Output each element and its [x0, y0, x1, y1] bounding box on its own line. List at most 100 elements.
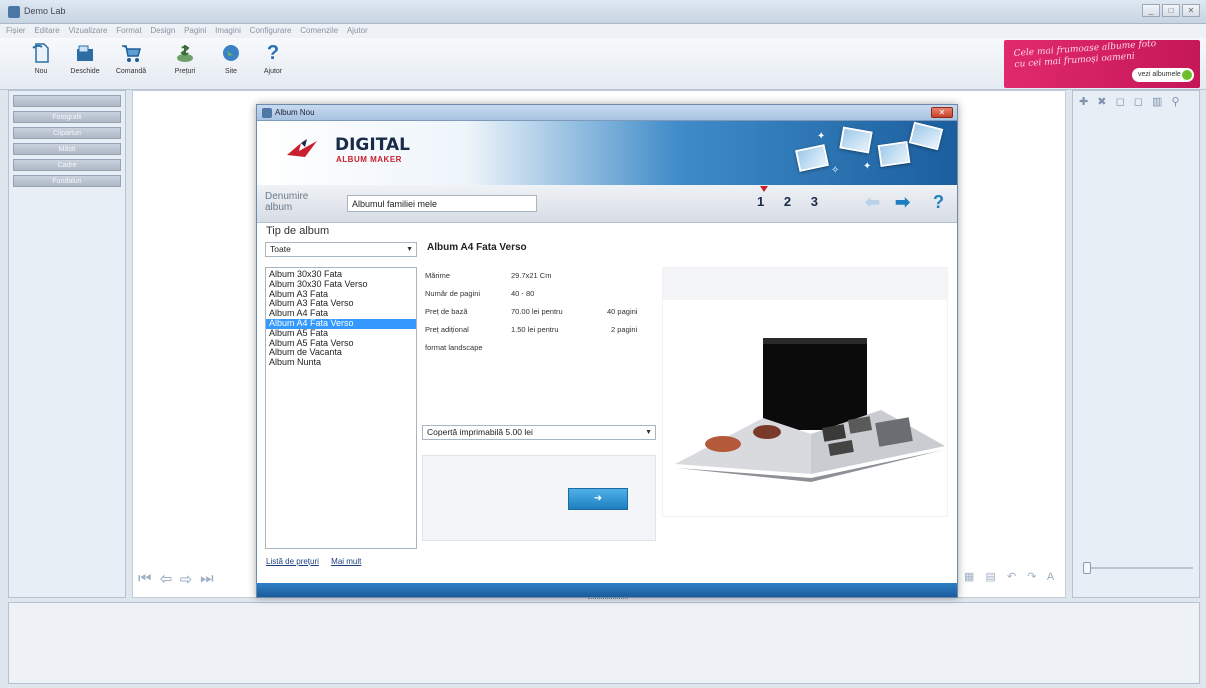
minimize-button[interactable]: _: [1142, 4, 1160, 17]
maximize-button[interactable]: □: [1162, 4, 1180, 17]
slider-handle[interactable]: [1083, 562, 1091, 574]
menu-pages[interactable]: Pagini: [184, 26, 206, 35]
dropdown-arrow-icon: ▼: [406, 246, 413, 253]
album-type-label: Tip de album: [266, 225, 330, 237]
promo-banner[interactable]: Cele mai frumoase albume foto cu cei mai…: [1004, 40, 1200, 88]
menu-edit[interactable]: Editare: [34, 26, 59, 35]
last-page-icon[interactable]: ⏭: [200, 570, 216, 587]
next-page-icon[interactable]: ⇨: [180, 570, 194, 587]
undo-icon[interactable]: ↶: [1007, 571, 1020, 583]
grid-icon[interactable]: ▦: [964, 571, 978, 583]
layout-icon[interactable]: ▤: [985, 571, 999, 583]
dialog-title: Album Nou: [275, 108, 315, 117]
menu-design[interactable]: Design: [150, 26, 175, 35]
left-tab-photos[interactable]: Fotografii: [13, 111, 121, 123]
window-controls: _ □ ✕: [1142, 4, 1200, 17]
sparkle-icon: ✧: [831, 165, 840, 176]
text-icon[interactable]: A: [1047, 571, 1058, 583]
canvas-tools: ▦ ▤ ↶ ↷ A: [964, 570, 1058, 583]
left-tab-0[interactable]: [13, 95, 121, 107]
first-page-icon[interactable]: ⏮: [138, 570, 154, 587]
prices-button[interactable]: Prețuri: [160, 42, 210, 75]
delete-icon[interactable]: ✖: [1097, 96, 1109, 108]
back-arrow-icon[interactable]: ⬅: [865, 192, 880, 213]
pages-label: Număr de pagini: [425, 289, 481, 298]
banner-photo-icon: [908, 121, 944, 151]
redo-icon[interactable]: ↷: [1027, 571, 1040, 583]
base-price-pages: 40 pagini: [607, 307, 638, 316]
menu-format[interactable]: Format: [116, 26, 141, 35]
dropdown-arrow-icon: ▼: [645, 429, 652, 436]
left-tab-frames[interactable]: Cadre: [13, 159, 121, 171]
dialog-close-button[interactable]: ✕: [931, 107, 953, 118]
dialog-app-icon: [262, 108, 272, 118]
new-button[interactable]: Nou: [16, 42, 66, 75]
album-list[interactable]: Album 30x30 Fata Album 30x30 Fata Verso …: [265, 267, 417, 549]
format-label: format landscape: [425, 343, 483, 352]
album-type-filter[interactable]: Toate ▼: [265, 242, 417, 257]
dialog-links: Listă de prețuri Mai mult: [266, 557, 371, 566]
go-arrow-icon: [1182, 70, 1192, 80]
sparkle-icon: ✦: [863, 161, 872, 172]
left-tab-backgrounds[interactable]: Fundaluri: [13, 175, 121, 187]
trash-icon[interactable]: ▥: [1152, 96, 1165, 108]
album-book-image: [675, 338, 945, 482]
menu-images[interactable]: Imagini: [215, 26, 241, 35]
extra-price-label: Preț adițional: [425, 325, 469, 334]
help-button[interactable]: ? Ajutor: [248, 42, 298, 75]
wizard-steps: 1 2 3: [757, 186, 834, 209]
view-albums-button[interactable]: vezi albumele: [1132, 68, 1194, 82]
banner-photo-icon: [877, 141, 911, 167]
page-navigation: ⏮ ⇦ ⇨ ⏭: [138, 570, 216, 587]
forward-arrow-icon[interactable]: ➡: [895, 192, 910, 213]
current-step-marker-icon: [760, 186, 768, 192]
step-1[interactable]: 1: [757, 186, 768, 209]
next-step-button[interactable]: ➜: [568, 488, 628, 510]
globe-icon: [220, 42, 242, 64]
zoom-slider[interactable]: [1083, 562, 1193, 574]
album-name-label: Denumire album: [265, 191, 309, 213]
menu-bar: Fișier Editare Vizualizare Format Design…: [0, 24, 1206, 38]
prev-page-icon[interactable]: ⇦: [160, 570, 174, 587]
logo-bird-icon: [287, 139, 317, 157]
copy-icon[interactable]: ◻: [1116, 96, 1128, 108]
right-panel: ✚ ✖ ◻ ◻ ▥ ⚲: [1072, 90, 1200, 598]
menu-orders[interactable]: Comenzile: [300, 26, 338, 35]
open-folder-icon: [74, 42, 96, 64]
window-titlebar: Demo Lab _ □ ✕: [0, 0, 1206, 24]
left-tab-cliparts[interactable]: Cliparturi: [13, 127, 121, 139]
album-name-input[interactable]: [347, 195, 537, 212]
open-button[interactable]: Deschide: [60, 42, 110, 75]
left-tab-masks[interactable]: Măști: [13, 143, 121, 155]
order-button[interactable]: Comandă: [106, 42, 156, 75]
close-window-button[interactable]: ✕: [1182, 4, 1200, 17]
bottom-panel: [8, 602, 1200, 684]
pages-value: 40 - 80: [511, 289, 535, 298]
menu-file[interactable]: Fișier: [6, 26, 26, 35]
logo-title: DIGITAL: [335, 135, 410, 155]
price-list-link[interactable]: Listă de prețuri: [266, 557, 319, 566]
dialog-footer: [257, 583, 957, 597]
dialog-banner: DIGITAL ALBUM MAKER ✦ ✦ ✧: [257, 121, 957, 185]
step-3[interactable]: 3: [811, 194, 818, 209]
menu-settings[interactable]: Configurare: [250, 26, 292, 35]
more-info-link[interactable]: Mai mult: [331, 557, 361, 566]
size-label: Mărime: [425, 271, 451, 280]
right-toolbar: ✚ ✖ ◻ ◻ ▥ ⚲: [1079, 95, 1183, 108]
sparkle-icon: ✦: [817, 131, 826, 142]
album-list-item[interactable]: Album Nunta: [266, 357, 416, 368]
menu-help[interactable]: Ajutor: [347, 26, 368, 35]
add-icon[interactable]: ✚: [1079, 96, 1091, 108]
left-panel: Fotografii Cliparturi Măști Cadre Fundal…: [8, 90, 126, 598]
dialog-help-icon[interactable]: ?: [933, 192, 944, 213]
paste-icon[interactable]: ◻: [1134, 96, 1146, 108]
step-2[interactable]: 2: [784, 194, 791, 209]
dialog-titlebar: Album Nou ✕: [257, 105, 957, 121]
extra-price-value: 1.50 lei pentru: [511, 325, 559, 334]
new-album-dialog: Album Nou ✕ DIGITAL ALBUM MAKER ✦ ✦ ✧ De…: [256, 104, 958, 598]
next-step-icon: ➜: [593, 493, 603, 504]
pin-icon[interactable]: ⚲: [1171, 96, 1182, 108]
menu-view[interactable]: Vizualizare: [68, 26, 107, 35]
cover-select[interactable]: Copertă imprimabilă 5.00 lei ▼: [422, 425, 656, 440]
album-detail-title: Album A4 Fata Verso: [427, 242, 527, 253]
